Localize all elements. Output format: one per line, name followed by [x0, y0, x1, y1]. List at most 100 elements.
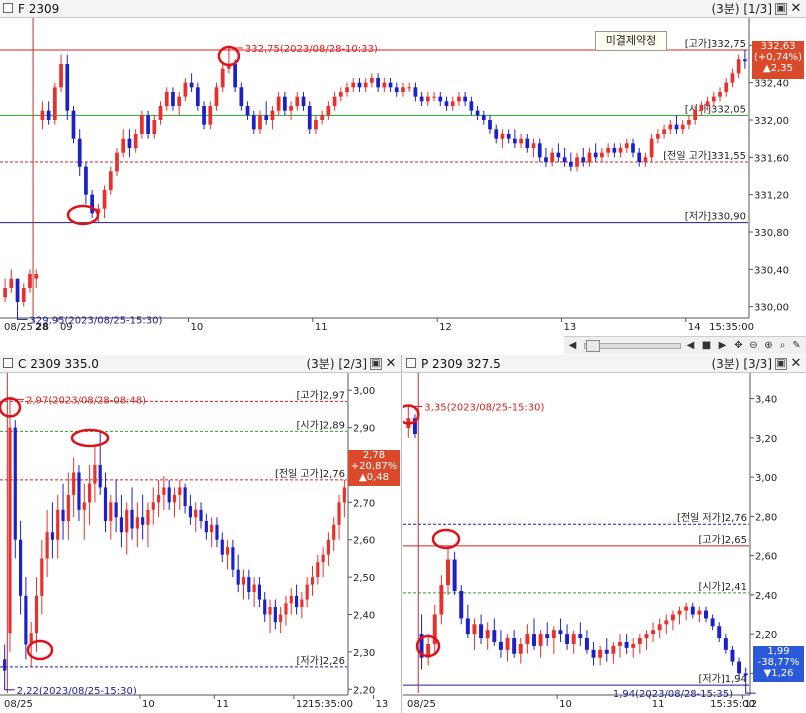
futures-select-checkbox[interactable]	[3, 3, 13, 13]
futures-candlestick-chart[interactable]: 332,80332,40332,00331,60331,20330,80330,…	[0, 18, 806, 335]
candle-body	[513, 138, 517, 144]
candle-body	[593, 152, 598, 158]
open-interest-tag[interactable]: 미결제약정	[595, 31, 667, 51]
candle-body	[162, 487, 166, 495]
candle-body	[718, 92, 722, 97]
candle-body	[370, 78, 374, 83]
candle-body	[215, 524, 219, 540]
candle-body	[450, 101, 455, 106]
candle-body	[233, 64, 237, 88]
scroll-next-icon[interactable]: ▶	[716, 339, 729, 352]
candle-body	[693, 110, 698, 120]
zoom-out-icon[interactable]: ⊖	[747, 339, 760, 352]
zoom-fit-icon[interactable]: ✥	[732, 339, 745, 352]
candle-body	[326, 106, 331, 116]
call-maximize-icon[interactable]: ▣	[370, 357, 382, 370]
put-title-bar: P 2309 327.5 (3분) [3/3] ▣ ✕	[403, 355, 806, 373]
put-maximize-icon[interactable]: ▣	[775, 357, 787, 370]
candle-body	[199, 509, 203, 522]
futures-period-label: (3분) [1/3]	[711, 2, 772, 16]
put-candlestick-chart[interactable]: 3,403,203,002,802,602,402,202,00[전일 저가]2…	[403, 373, 806, 713]
candle-body	[662, 129, 666, 134]
candle-body	[167, 487, 171, 503]
candle-body	[59, 64, 63, 88]
candle-body	[637, 152, 642, 162]
candle-body	[34, 595, 39, 634]
call-close-icon[interactable]: ✕	[385, 357, 397, 370]
futures-scrollbar[interactable]: ◀ ◀ ■ ▶ ✥ ⊖ ⊕ ⌕ ✎	[564, 336, 806, 354]
x-tick-label: 12	[439, 322, 452, 333]
candle-body	[565, 634, 570, 644]
futures-maximize-icon[interactable]: ▣	[775, 2, 787, 15]
candle-body	[320, 115, 325, 120]
scroll-prev-icon[interactable]: ◀	[684, 339, 697, 352]
call-candlestick-chart[interactable]: 3,002,902,802,702,602,502,402,302,20[고가]…	[0, 373, 401, 713]
futures-title: F 2309	[18, 2, 60, 16]
candle-body	[125, 509, 129, 533]
call-select-checkbox[interactable]	[3, 358, 13, 368]
scroll-thumb[interactable]	[586, 340, 600, 352]
candle-body	[289, 106, 293, 111]
y-tick-label: 2,40	[755, 591, 777, 602]
candle-body	[674, 124, 679, 130]
candle-body	[690, 606, 695, 615]
candle-body	[525, 634, 530, 644]
candle-body	[332, 524, 336, 540]
candle-body	[65, 64, 70, 111]
x-tick-label: 10	[559, 699, 572, 710]
candle-body	[263, 599, 267, 615]
candle-body	[195, 87, 200, 106]
low-annotation-leader	[4, 681, 15, 691]
candle-body	[210, 524, 214, 533]
x-tick-label: 15:35:00	[709, 322, 754, 333]
candle-body	[279, 614, 283, 622]
candle-body	[13, 427, 17, 540]
scroll-left-icon[interactable]: ◀	[566, 339, 579, 352]
candle-body	[146, 115, 150, 134]
candle-body	[258, 115, 262, 130]
candle-body	[247, 577, 251, 593]
put-price-change: ▼1,26	[763, 668, 794, 679]
candle-body	[152, 120, 157, 134]
candle-body	[737, 661, 742, 674]
candle-body	[413, 87, 418, 97]
x-tick-label: 15:35:00	[710, 699, 755, 710]
high-annotation-label: 3,35(2023/08/25-15:30)	[424, 402, 544, 413]
futures-close-icon[interactable]: ✕	[790, 2, 802, 15]
candle-body	[307, 106, 312, 130]
candle-body	[82, 502, 86, 510]
candle-body	[699, 106, 704, 111]
candle-body	[444, 101, 449, 106]
search-icon[interactable]: ⌕	[776, 339, 789, 352]
y-tick-label: 330,40	[754, 265, 789, 276]
settings-icon[interactable]: ✎	[790, 339, 803, 352]
low-annotation-leader	[745, 685, 756, 694]
candle-body	[183, 487, 187, 507]
candle-body	[475, 110, 480, 116]
prev-high-line-label: [전일 고가]331,55	[663, 150, 746, 162]
candle-body	[8, 427, 12, 634]
y-tick-label: 330,00	[754, 303, 789, 314]
candle-body	[188, 506, 193, 518]
put-close-icon[interactable]: ✕	[790, 357, 802, 370]
candle-body	[657, 624, 662, 631]
candle-body	[77, 138, 82, 167]
candle-body	[109, 502, 113, 522]
candle-body	[172, 494, 177, 503]
y-tick-label: 2,40	[353, 611, 375, 622]
candle-body	[532, 634, 536, 646]
candle-body	[717, 626, 722, 639]
x-tick-label: 10	[142, 699, 155, 710]
candle-body	[56, 509, 60, 540]
candle-body	[519, 138, 523, 144]
put-select-checkbox[interactable]	[406, 358, 416, 368]
futures-price-change-pct: (+0,74%)	[754, 52, 802, 63]
candle-body	[394, 87, 399, 92]
candle-body	[425, 96, 430, 102]
candle-body	[581, 157, 586, 162]
candle-body	[518, 643, 523, 654]
stop-icon[interactable]: ■	[700, 339, 713, 352]
zoom-in-icon[interactable]: ⊕	[762, 339, 775, 352]
candle-body	[300, 599, 304, 608]
futures-price-change: ▲2,35	[763, 63, 793, 74]
